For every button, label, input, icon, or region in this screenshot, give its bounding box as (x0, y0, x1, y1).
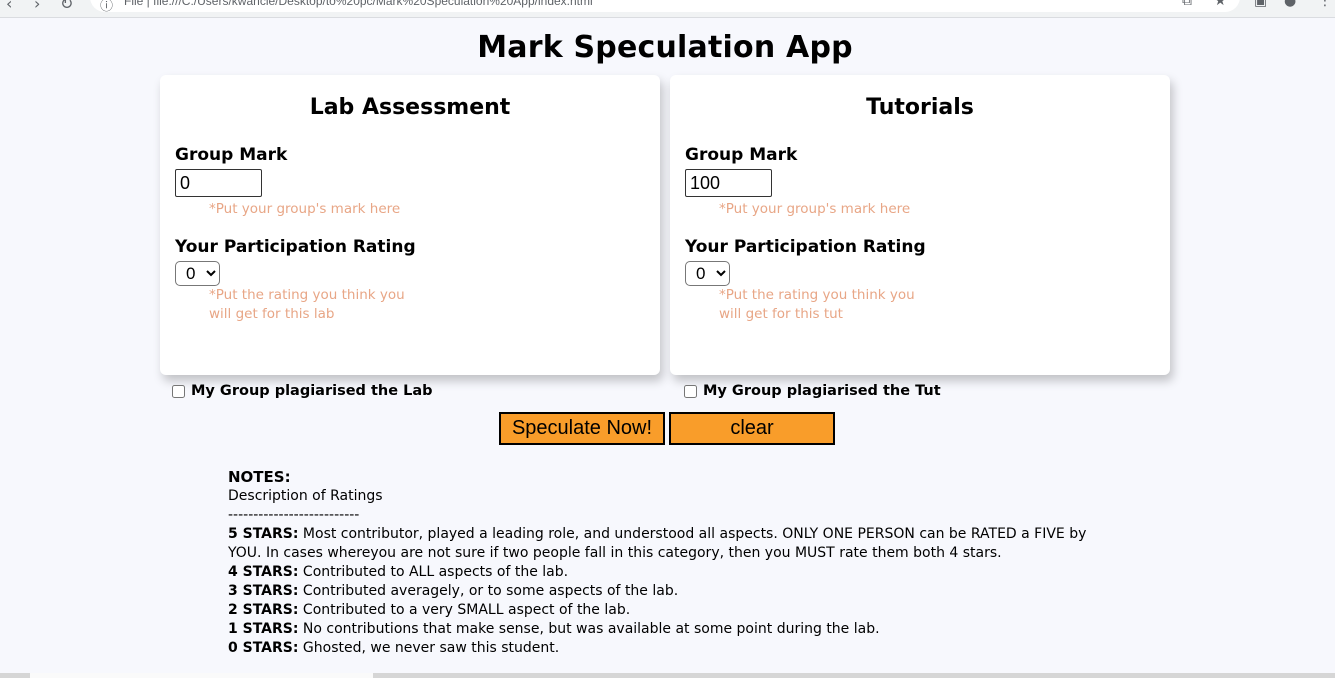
lab-plagiarised-row[interactable]: My Group plagiarised the Lab (172, 383, 433, 399)
rating-label: 4 STARS: (228, 564, 299, 580)
lab-rating-hint: *Put the rating you think you will get f… (209, 286, 405, 324)
rating-description-2: 2 STARS: Contributed to a very SMALL asp… (228, 601, 1108, 620)
lab-group-mark-label: Group Mark (175, 145, 288, 165)
tut-rating-select[interactable]: 0 (685, 261, 730, 286)
lab-rating-label: Your Participation Rating (175, 237, 416, 257)
rating-description-1: 1 STARS: No contributions that make sens… (228, 620, 1108, 639)
reload-icon[interactable]: ↻ (60, 0, 73, 13)
rating-description-0: 0 STARS: Ghosted, we never saw this stud… (228, 639, 1108, 658)
tut-plagiarised-checkbox[interactable] (684, 384, 697, 398)
rating-description-3: 3 STARS: Contributed averagely, or to so… (228, 582, 1108, 601)
notes-subheading: Description of Ratings (228, 488, 383, 504)
tutorials-card: Tutorials Group Mark *Put your group's m… (670, 75, 1170, 375)
rating-text: Most contributor, played a leading role,… (228, 526, 1087, 561)
clear-button[interactable]: clear (669, 412, 835, 445)
notes-heading: NOTES: (228, 468, 291, 486)
tut-group-mark-hint: *Put your group's mark here (719, 201, 911, 217)
rating-description-4: 4 STARS: Contributed to ALL aspects of t… (228, 563, 1108, 582)
back-icon[interactable]: ‹ (6, 0, 12, 13)
speculate-now-button[interactable]: Speculate Now! (499, 412, 665, 445)
extensions-icon[interactable]: ▣ (1254, 0, 1267, 9)
profile-avatar-icon[interactable]: ● (1284, 0, 1296, 9)
lab-plagiarised-label: My Group plagiarised the Lab (191, 383, 433, 399)
notes-section: NOTES: Description of Ratings ----------… (228, 468, 1108, 658)
rating-text: Contributed to a very SMALL aspect of th… (298, 602, 631, 618)
lab-rating-hint-line2: will get for this lab (209, 306, 335, 322)
lab-group-mark-hint: *Put your group's mark here (209, 201, 401, 217)
tut-group-mark-label: Group Mark (685, 145, 798, 165)
lab-rating-select[interactable]: 0 (175, 261, 220, 286)
lab-card-title: Lab Assessment (309, 95, 511, 120)
tut-plagiarised-label: My Group plagiarised the Tut (703, 383, 941, 399)
tut-rating-hint-line1: *Put the rating you think you (719, 287, 915, 303)
tut-card-title: Tutorials (866, 95, 974, 120)
lab-rating-hint-line1: *Put the rating you think you (209, 287, 405, 303)
rating-text: Ghosted, we never saw this student. (298, 640, 560, 656)
menu-icon[interactable]: ⋮ (1318, 0, 1332, 9)
bookmark-star-icon[interactable]: ★ (1214, 0, 1227, 9)
tut-rating-label: Your Participation Rating (685, 237, 926, 257)
rating-label: 5 STARS: (228, 526, 299, 542)
notes-divider: -------------------------- (228, 507, 360, 523)
forward-icon[interactable]: › (34, 0, 40, 13)
rating-text: Contributed to ALL aspects of the lab. (298, 564, 569, 580)
lab-assessment-card: Lab Assessment Group Mark *Put your grou… (160, 75, 660, 375)
address-bar-url: File | file:///C:/Users/kwancie/Desktop/… (124, 0, 593, 8)
tut-rating-hint: *Put the rating you think you will get f… (719, 286, 915, 324)
tut-rating-hint-line2: will get for this tut (719, 306, 843, 322)
install-icon[interactable]: ⧉ (1182, 0, 1192, 9)
rating-label: 1 STARS: (228, 621, 299, 637)
app-title: Mark Speculation App (477, 30, 853, 65)
info-icon[interactable]: ⓘ (100, 0, 113, 14)
lab-plagiarised-checkbox[interactable] (172, 384, 185, 398)
lab-group-mark-input[interactable] (175, 169, 262, 197)
rating-label: 3 STARS: (228, 583, 299, 599)
rating-text: Contributed averagely, or to some aspect… (298, 583, 679, 599)
rating-description-5: 5 STARS: Most contributor, played a lead… (228, 525, 1108, 563)
browser-toolbar: ‹ › ↻ ⓘ File | file:///C:/Users/kwancie/… (0, 0, 1335, 18)
tut-plagiarised-row[interactable]: My Group plagiarised the Tut (684, 383, 941, 399)
tut-group-mark-input[interactable] (685, 169, 772, 197)
rating-text: No contributions that make sense, but wa… (298, 621, 880, 637)
horizontal-scrollbar[interactable] (0, 673, 1335, 678)
rating-label: 0 STARS: (228, 640, 299, 656)
scrollbar-thumb[interactable] (30, 673, 373, 678)
rating-label: 2 STARS: (228, 602, 299, 618)
